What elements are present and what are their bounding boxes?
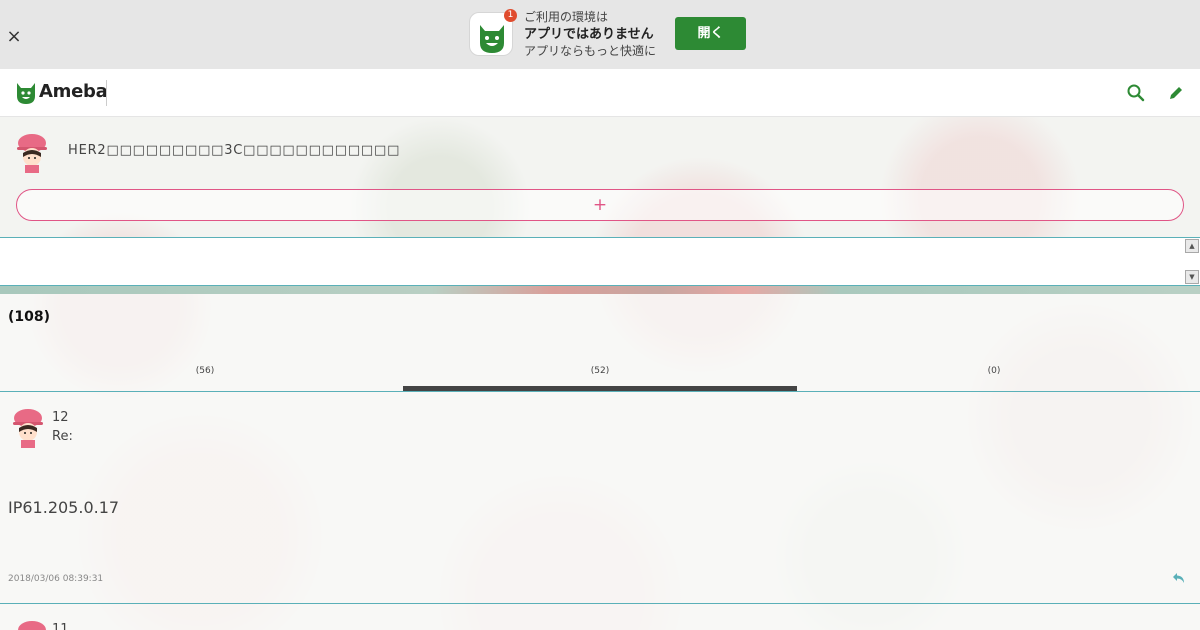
tab-comments-1[interactable]: (56) xyxy=(8,366,402,376)
scroll-down-button[interactable]: ▼ xyxy=(1185,270,1199,284)
edit-pencil-icon[interactable] xyxy=(1166,83,1186,103)
ameba-logo-icon[interactable] xyxy=(15,79,37,105)
tab-comments-2[interactable]: (52) xyxy=(403,366,797,376)
blog-title[interactable]: HER2□□□□□□□□□3C□□□□□□□□□□□□ xyxy=(68,143,400,158)
site-header: Ameba xyxy=(0,69,1200,117)
scroll-up-button[interactable]: ▲ xyxy=(1185,239,1199,253)
header-photo-strip xyxy=(0,286,1200,294)
tabs-divider xyxy=(0,391,1200,392)
comment-number: 12 xyxy=(52,410,69,425)
comment-divider xyxy=(0,603,1200,604)
logo-divider xyxy=(106,80,107,106)
embedded-frame[interactable]: ▲ ▼ xyxy=(0,237,1200,286)
banner-line-1: ご利用の環境は xyxy=(524,10,609,24)
open-app-button[interactable]: 開く xyxy=(675,17,746,50)
follow-button[interactable]: + xyxy=(16,189,1184,221)
app-promo-banner: × 1 ご利用の環境は アプリではありません アプリならもっと快適に 開く xyxy=(0,0,1200,69)
comment-date: 2018/03/06 08:39:31 xyxy=(8,574,104,584)
tab-comments-3[interactable]: (0) xyxy=(797,366,1191,376)
commenter-avatar[interactable] xyxy=(10,408,46,448)
commenter-avatar-2[interactable] xyxy=(14,620,50,630)
search-icon[interactable] xyxy=(1126,83,1146,103)
comment-number-2: 11 xyxy=(52,622,69,630)
comment-title: Re: xyxy=(52,429,73,444)
close-banner-button[interactable]: × xyxy=(5,28,23,46)
banner-line-2: アプリではありません xyxy=(524,27,654,42)
ameba-logo-text[interactable]: Ameba xyxy=(39,81,108,102)
banner-message: ご利用の環境は アプリではありません アプリならもっと快適に xyxy=(524,9,674,60)
comments-panel xyxy=(0,294,1200,630)
reply-icon[interactable] xyxy=(1171,570,1187,586)
comment-count: (108) xyxy=(8,309,51,325)
notification-badge: 1 xyxy=(504,9,517,22)
blogger-avatar[interactable] xyxy=(14,133,50,173)
comment-body: IP61.205.0.17 xyxy=(8,498,120,517)
banner-line-3: アプリならもっと快適に xyxy=(524,44,657,58)
